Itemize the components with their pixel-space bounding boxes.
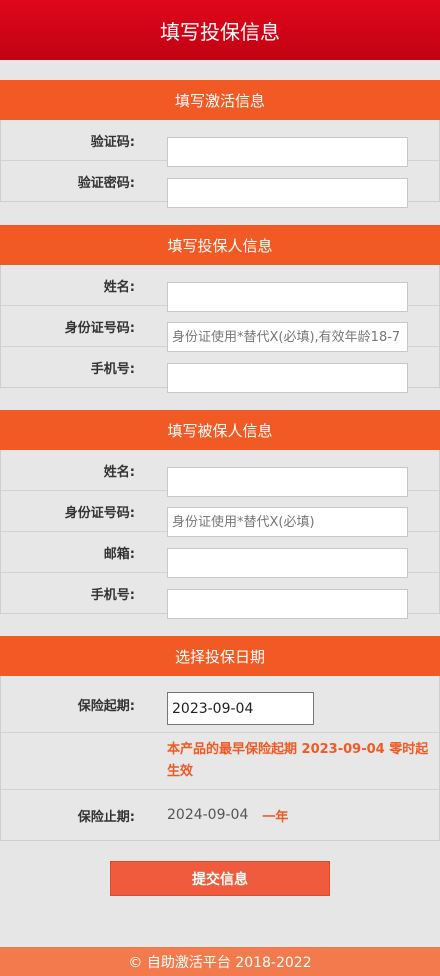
applicant-phone-input[interactable] bbox=[167, 363, 408, 393]
form-row: 手机号: bbox=[1, 573, 439, 619]
insured-name-label: 姓名: bbox=[103, 464, 135, 480]
activation-section-title: 填写激活信息 bbox=[174, 91, 265, 110]
dates-section-title: 选择投保日期 bbox=[174, 647, 265, 666]
start-date-label: 保险起期: bbox=[77, 698, 135, 714]
applicant-section-header: 填写投保人信息 bbox=[0, 225, 440, 265]
insured-phone-input[interactable] bbox=[167, 589, 408, 619]
form-row: 保险止期: 2024-09-04 一年 bbox=[1, 790, 439, 840]
end-date-value: 2024-09-04 bbox=[167, 807, 249, 823]
applicant-phone-label: 手机号: bbox=[90, 361, 135, 377]
submit-button[interactable]: 提交信息 bbox=[110, 861, 330, 896]
applicant-section-title: 填写投保人信息 bbox=[167, 236, 273, 255]
start-date-input[interactable] bbox=[167, 692, 314, 725]
form-row: 验证密码: bbox=[1, 161, 439, 208]
applicant-id-label: 身份证号码: bbox=[64, 320, 135, 336]
top-bar: 填写投保信息 bbox=[0, 0, 440, 60]
dates-panel: 保险起期: 本产品的最早保险起期 2023-09-04 零时起生效 保险止期: … bbox=[0, 676, 440, 841]
activation-section-header: 填写激活信息 bbox=[0, 80, 440, 120]
form-row: 验证码: bbox=[1, 120, 439, 167]
activation-panel: 验证码: 验证密码: bbox=[0, 120, 440, 208]
end-date-display: 2024-09-04 一年 bbox=[167, 790, 288, 840]
form-row: 本产品的最早保险起期 2023-09-04 零时起生效 bbox=[1, 733, 439, 790]
insured-id-label: 身份证号码: bbox=[64, 505, 135, 521]
form-row: 手机号: bbox=[1, 347, 439, 393]
start-date-note: 本产品的最早保险起期 2023-09-04 零时起生效 bbox=[167, 742, 429, 779]
insured-section-title: 填写被保人信息 bbox=[167, 421, 273, 440]
end-date-label: 保险止期: bbox=[77, 809, 135, 825]
verification-code-label: 验证码: bbox=[90, 134, 135, 150]
page-title: 填写投保信息 bbox=[160, 19, 280, 44]
verification-password-label: 验证密码: bbox=[77, 175, 135, 191]
end-date-unit: 一年 bbox=[262, 809, 289, 825]
footer-text: © 自助激活平台 2018-2022 bbox=[128, 954, 312, 971]
footer: © 自助激活平台 2018-2022 bbox=[0, 947, 440, 976]
form-row: 身份证号码: bbox=[1, 306, 439, 352]
form-row: 保险起期: bbox=[1, 676, 439, 733]
insured-panel: 姓名: 身份证号码: 邮箱: 手机号: bbox=[0, 450, 440, 619]
insured-section-header: 填写被保人信息 bbox=[0, 410, 440, 450]
form-row: 姓名: bbox=[1, 450, 439, 497]
form-row: 身份证号码: bbox=[1, 491, 439, 537]
applicant-panel: 姓名: 身份证号码: 手机号: bbox=[0, 265, 440, 393]
form-row: 姓名: bbox=[1, 265, 439, 312]
insured-phone-label: 手机号: bbox=[90, 587, 135, 603]
dates-section-header: 选择投保日期 bbox=[0, 636, 440, 676]
insured-email-label: 邮箱: bbox=[103, 546, 135, 562]
verification-password-input[interactable] bbox=[167, 178, 408, 208]
form-row: 邮箱: bbox=[1, 532, 439, 578]
applicant-name-label: 姓名: bbox=[103, 279, 135, 295]
